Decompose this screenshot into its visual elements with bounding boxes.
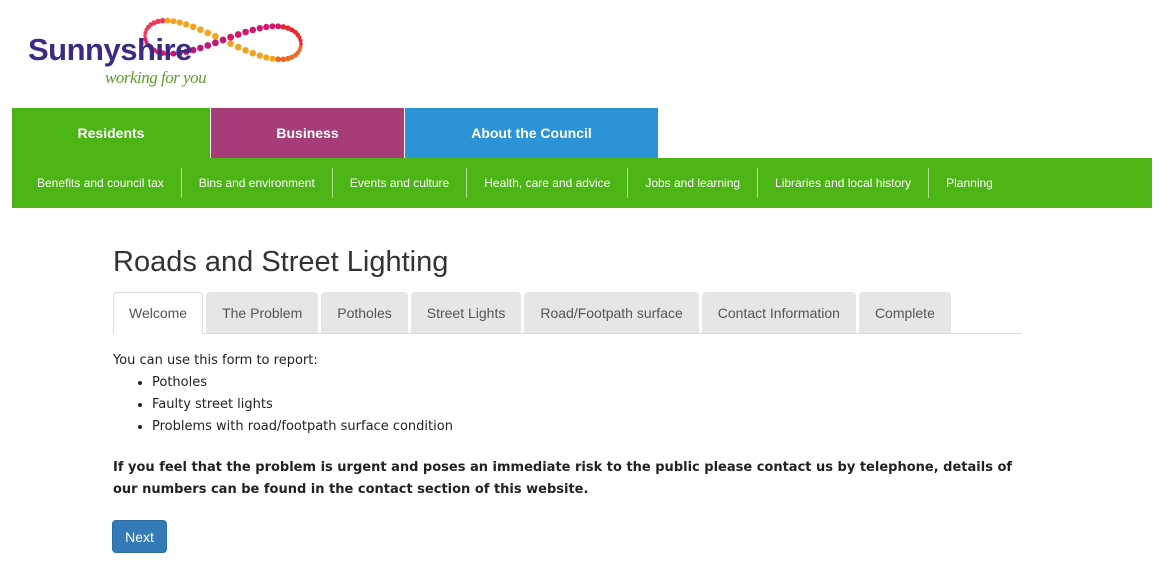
form-step-tabs: Welcome The Problem Potholes Street Ligh… bbox=[113, 291, 1022, 334]
tab-road-footpath-surface[interactable]: Road/Footpath surface bbox=[524, 292, 699, 333]
logo-dot bbox=[249, 26, 257, 34]
logo-dot bbox=[219, 36, 227, 44]
nav-about-the-council[interactable]: About the Council bbox=[405, 108, 658, 158]
tab-contact-information[interactable]: Contact Information bbox=[701, 292, 856, 333]
welcome-content: You can use this form to report: Pothole… bbox=[113, 350, 1023, 501]
brand-name: Sunnyshire bbox=[28, 32, 192, 67]
urgent-notice: If you feel that the problem is urgent a… bbox=[113, 460, 1013, 497]
subnav-events-and-culture[interactable]: Events and culture bbox=[333, 168, 466, 198]
logo-dot bbox=[170, 18, 177, 25]
logo-dot bbox=[242, 47, 249, 54]
residents-subnavigation: Benefits and council tax Bins and enviro… bbox=[12, 158, 1152, 208]
subnav-planning[interactable]: Planning bbox=[929, 168, 1010, 198]
report-types-list: Potholes Faulty street lights Problems w… bbox=[113, 372, 1023, 438]
logo-dot bbox=[242, 28, 249, 36]
tab-complete[interactable]: Complete bbox=[858, 292, 951, 333]
logo-dot bbox=[227, 33, 235, 41]
logo-dot bbox=[183, 21, 190, 28]
next-button[interactable]: Next bbox=[112, 520, 167, 553]
page-title: Roads and Street Lighting bbox=[113, 246, 449, 278]
subnav-libraries-and-local-history[interactable]: Libraries and local history bbox=[758, 168, 928, 198]
tab-potholes[interactable]: Potholes bbox=[321, 292, 408, 333]
logo-dot bbox=[275, 23, 282, 30]
tab-the-problem[interactable]: The Problem bbox=[206, 292, 319, 333]
logo-dot bbox=[263, 23, 270, 31]
list-item: Problems with road/footpath surface cond… bbox=[152, 416, 1023, 438]
subnav-benefits-and-council-tax[interactable]: Benefits and council tax bbox=[12, 168, 181, 198]
logo-dot bbox=[263, 54, 270, 61]
logo-dot bbox=[197, 44, 204, 52]
logo-dot bbox=[189, 23, 197, 31]
logo-dot bbox=[204, 42, 212, 49]
logo-dot bbox=[234, 43, 242, 51]
logo-dot bbox=[204, 29, 212, 37]
logo-dot bbox=[212, 39, 219, 47]
logo-dot bbox=[164, 17, 171, 24]
logo-dot bbox=[275, 56, 282, 63]
nav-business[interactable]: Business bbox=[211, 108, 404, 158]
nav-residents[interactable]: Residents bbox=[12, 108, 210, 158]
list-item: Potholes bbox=[152, 372, 1023, 394]
logo-dot bbox=[280, 56, 287, 63]
subnav-bins-and-environment[interactable]: Bins and environment bbox=[182, 168, 332, 198]
intro-text: You can use this form to report: bbox=[113, 353, 318, 368]
logo-dot bbox=[234, 31, 242, 38]
logo-dot bbox=[256, 52, 263, 59]
subnav-health-care-and-advice[interactable]: Health, care and advice bbox=[467, 168, 627, 198]
logo-dot bbox=[176, 19, 183, 26]
logo-dot bbox=[269, 55, 276, 62]
logo-dot bbox=[212, 33, 219, 40]
logo-dot bbox=[298, 45, 303, 50]
logo-dot bbox=[280, 24, 287, 30]
list-item: Faulty street lights bbox=[152, 394, 1023, 416]
logo-dot bbox=[256, 25, 263, 32]
logo-dot bbox=[269, 23, 276, 30]
subnav-jobs-and-learning[interactable]: Jobs and learning bbox=[628, 168, 757, 198]
tab-welcome[interactable]: Welcome bbox=[113, 292, 204, 334]
logo-dot bbox=[227, 40, 235, 47]
sunnyshire-logo[interactable]: Sunnyshire working for you bbox=[28, 2, 308, 102]
tab-street-lights[interactable]: Street Lights bbox=[410, 292, 522, 333]
main-navigation: Residents Business About the Council bbox=[12, 108, 658, 158]
logo-dot bbox=[159, 17, 166, 24]
logo-dot bbox=[197, 26, 204, 33]
brand-tagline: working for you bbox=[105, 68, 207, 87]
logo-dot bbox=[249, 49, 257, 57]
